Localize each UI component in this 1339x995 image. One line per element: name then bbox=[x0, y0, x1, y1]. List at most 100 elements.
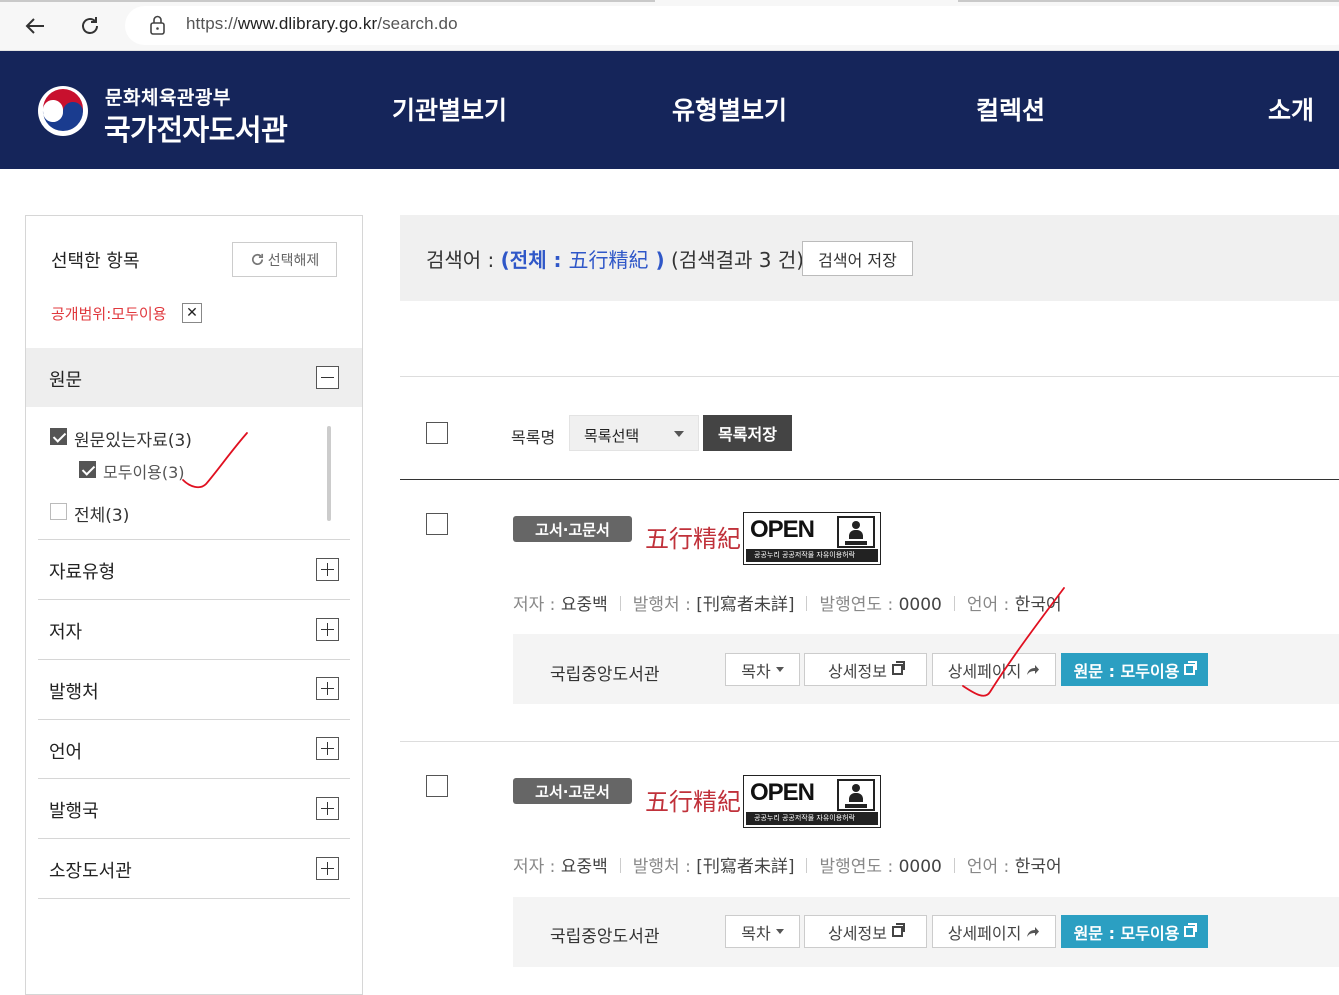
new-window-icon bbox=[891, 923, 905, 937]
back-arrow-icon bbox=[25, 18, 44, 34]
open-logo-text: OPEN bbox=[750, 779, 815, 806]
detail-page-button[interactable]: 상세페이지 bbox=[932, 915, 1056, 948]
facet-material-type[interactable]: 자료유형 bbox=[38, 539, 350, 599]
meta-language: 한국어 bbox=[1014, 595, 1062, 615]
facet-original-header[interactable]: 원문 bbox=[26, 348, 362, 407]
url-path: /search.do bbox=[377, 14, 458, 33]
facet-country[interactable]: 발행국 bbox=[38, 778, 350, 838]
detail-page-label: 상세페이지 bbox=[947, 923, 1022, 943]
original-label: 원문 : 모두이용 bbox=[1073, 661, 1180, 681]
plus-icon[interactable] bbox=[316, 618, 339, 641]
selected-items-title: 선택한 항목 bbox=[51, 251, 140, 272]
option-original-available[interactable]: 원문있는자료(3) bbox=[74, 426, 192, 451]
facet-author[interactable]: 저자 bbox=[38, 599, 350, 659]
result-meta: 저자 : 요중백 발행처 : [刊寫者未詳] 발행연도 : 0000 언어 : 한국어 bbox=[513, 590, 1062, 615]
meta-year-key: 발행연도 : bbox=[819, 857, 899, 877]
attribution-icon bbox=[837, 779, 875, 811]
facet-label: 발행국 bbox=[49, 801, 99, 822]
facet-label: 소장도서관 bbox=[49, 861, 132, 882]
toc-button[interactable]: 목차 bbox=[725, 653, 800, 686]
facet-language[interactable]: 언어 bbox=[38, 719, 350, 779]
divider bbox=[400, 376, 1339, 377]
refresh-icon bbox=[251, 253, 263, 265]
site-name[interactable]: 국가전자도서관 bbox=[104, 107, 288, 149]
share-arrow-icon bbox=[1027, 664, 1040, 675]
option-all[interactable]: 전체(3) bbox=[74, 501, 129, 526]
back-button[interactable] bbox=[19, 10, 51, 42]
clear-selection-label: 선택해제 bbox=[267, 252, 320, 269]
list-select-dropdown[interactable]: 목록선택 bbox=[569, 415, 699, 451]
selected-filter-chip: 공개범위:모두이용 bbox=[51, 305, 167, 323]
plus-icon[interactable] bbox=[316, 677, 339, 700]
open-logo-caption: 공공누리 공공저작물 자유이용허락 bbox=[746, 812, 878, 825]
original-label: 원문 : 모두이용 bbox=[1073, 923, 1180, 943]
nav-about[interactable]: 소개 bbox=[1268, 91, 1314, 127]
meta-year: 0000 bbox=[898, 857, 942, 877]
divider bbox=[400, 479, 1339, 480]
plus-icon[interactable] bbox=[316, 737, 339, 760]
lock-icon[interactable] bbox=[148, 14, 168, 36]
meta-author-key: 저자 : bbox=[513, 595, 561, 615]
taegeuk-logo-icon[interactable] bbox=[37, 85, 89, 137]
list-save-button[interactable]: 목록저장 bbox=[703, 415, 792, 451]
plus-icon[interactable] bbox=[316, 558, 339, 581]
facet-publisher[interactable]: 발행처 bbox=[38, 659, 350, 719]
result-title[interactable]: 五行精紀 bbox=[645, 519, 741, 554]
url-text[interactable]: https://www.dlibrary.go.kr/search.do bbox=[186, 14, 458, 34]
meta-language-key: 언어 : bbox=[966, 595, 1015, 615]
detail-info-button[interactable]: 상세정보 bbox=[804, 653, 927, 686]
plus-icon[interactable] bbox=[316, 857, 339, 880]
tab-strip-line bbox=[0, 0, 1339, 2]
checkbox-free-use[interactable] bbox=[79, 461, 96, 478]
nav-by-institution[interactable]: 기관별보기 bbox=[392, 91, 507, 127]
checkbox-original-available[interactable] bbox=[50, 428, 67, 445]
holding-library: 국립중앙도서관 bbox=[550, 665, 660, 685]
caret-down-icon bbox=[775, 667, 784, 672]
new-window-icon bbox=[891, 661, 905, 675]
close-icon[interactable]: ✕ bbox=[182, 303, 202, 323]
holding-library: 국립중앙도서관 bbox=[550, 927, 660, 947]
result-checkbox[interactable] bbox=[426, 775, 448, 797]
nav-collection[interactable]: 컬렉션 bbox=[976, 91, 1045, 127]
facet-holding-library[interactable]: 소장도서관 bbox=[38, 838, 350, 898]
minus-icon[interactable] bbox=[316, 366, 339, 389]
search-summary: 검색어 : (전체 : 五行精紀 ) (검색결과 3 건) bbox=[426, 244, 804, 273]
meta-publisher-key: 발행처 : bbox=[632, 857, 697, 877]
facet-scrollbar[interactable] bbox=[327, 426, 331, 521]
share-arrow-icon bbox=[1027, 926, 1040, 937]
meta-author: 요중백 bbox=[560, 857, 608, 877]
reload-button[interactable] bbox=[74, 10, 106, 42]
option-free-use[interactable]: 모두이용(3) bbox=[103, 459, 185, 483]
result-title[interactable]: 五行精紀 bbox=[645, 782, 741, 817]
original-free-use-button[interactable]: 원문 : 모두이용 bbox=[1061, 653, 1208, 686]
detail-info-label: 상세정보 bbox=[828, 661, 887, 681]
detail-info-label: 상세정보 bbox=[828, 923, 887, 943]
search-keyword: 五行精紀 bbox=[568, 248, 649, 272]
divider bbox=[38, 898, 350, 899]
save-keyword-button[interactable]: 검색어 저장 bbox=[802, 241, 913, 276]
plus-icon[interactable] bbox=[316, 797, 339, 820]
new-window-icon bbox=[1184, 661, 1198, 675]
detail-page-button[interactable]: 상세페이지 bbox=[932, 653, 1056, 686]
toc-label: 목차 bbox=[741, 923, 771, 943]
result-checkbox[interactable] bbox=[426, 513, 448, 535]
nav-by-type[interactable]: 유형별보기 bbox=[672, 91, 787, 127]
select-all-checkbox[interactable] bbox=[426, 422, 448, 444]
meta-publisher: [刊寫者未詳] bbox=[696, 595, 795, 615]
meta-publisher-key: 발행처 : bbox=[632, 595, 697, 615]
open-license-logo-icon: OPEN 공공누리 공공저작물 자유이용허락 bbox=[743, 775, 881, 828]
meta-author-key: 저자 : bbox=[513, 857, 561, 877]
open-logo-caption: 공공누리 공공저작물 자유이용허락 bbox=[746, 549, 878, 562]
caret-down-icon bbox=[775, 929, 784, 934]
toc-button[interactable]: 목차 bbox=[725, 915, 800, 948]
checkbox-all[interactable] bbox=[50, 503, 67, 520]
attribution-icon bbox=[837, 516, 875, 548]
ministry-name[interactable]: 문화체육관광부 bbox=[105, 83, 231, 110]
detail-info-button[interactable]: 상세정보 bbox=[804, 915, 927, 948]
search-close-paren: ) bbox=[648, 248, 665, 272]
new-window-icon bbox=[1184, 923, 1198, 937]
material-type-badge: 고서·고문서 bbox=[513, 516, 632, 542]
original-free-use-button[interactable]: 원문 : 모두이용 bbox=[1061, 915, 1208, 948]
result-meta: 저자 : 요중백 발행처 : [刊寫者未詳] 발행연도 : 0000 언어 : 한국어 bbox=[513, 852, 1062, 877]
clear-selection-button[interactable]: 선택해제 bbox=[232, 242, 337, 277]
